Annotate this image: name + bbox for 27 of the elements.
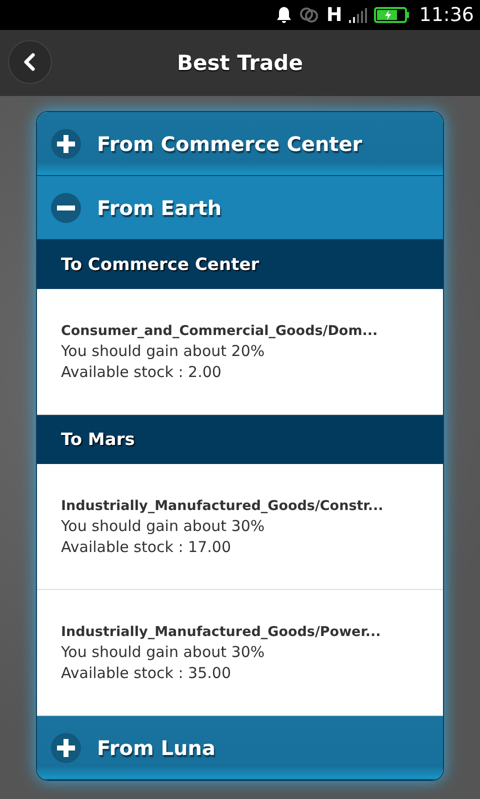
battery-icon [374, 7, 410, 23]
screen-title: Best Trade [177, 51, 303, 75]
gain-text: You should gain about 30% [61, 642, 266, 660]
stock-text: Available stock : 2.00 [61, 362, 222, 380]
group-header: To Mars [37, 415, 443, 464]
accordion-header[interactable]: From Luna [37, 716, 443, 780]
gain-text: You should gain about 20% [61, 342, 266, 360]
sync-icon [299, 6, 320, 24]
accordion-header[interactable]: From Commerce Center [37, 112, 443, 176]
signal-icon [349, 7, 368, 23]
stock-text: Available stock : 35.00 [61, 664, 232, 682]
trade-item[interactable]: Industrially_Manufactured_Goods/Constr... You should gain about 30% Available stock : 17.00 [37, 464, 443, 590]
plus-icon [51, 732, 81, 762]
gain-text: You should gain about 30% [61, 516, 266, 534]
plus-icon [51, 128, 81, 158]
minus-icon [51, 192, 81, 222]
item-name: Industrially_Manufactured_Goods/Constr... [61, 498, 384, 514]
item-name: Industrially_Manufactured_Goods/Power... [61, 624, 382, 640]
bell-icon [276, 6, 292, 24]
back-button[interactable] [8, 40, 52, 84]
stock-text: Available stock : 17.00 [61, 538, 232, 556]
back-icon [23, 53, 37, 71]
clock: 11:36 [419, 4, 474, 26]
item-name: Consumer_and_Commercial_Goods/Dom... [61, 322, 379, 338]
network-type: H [326, 4, 342, 26]
group-header: To Commerce Center [37, 240, 443, 289]
accordion-header[interactable]: From Earth [37, 176, 443, 240]
